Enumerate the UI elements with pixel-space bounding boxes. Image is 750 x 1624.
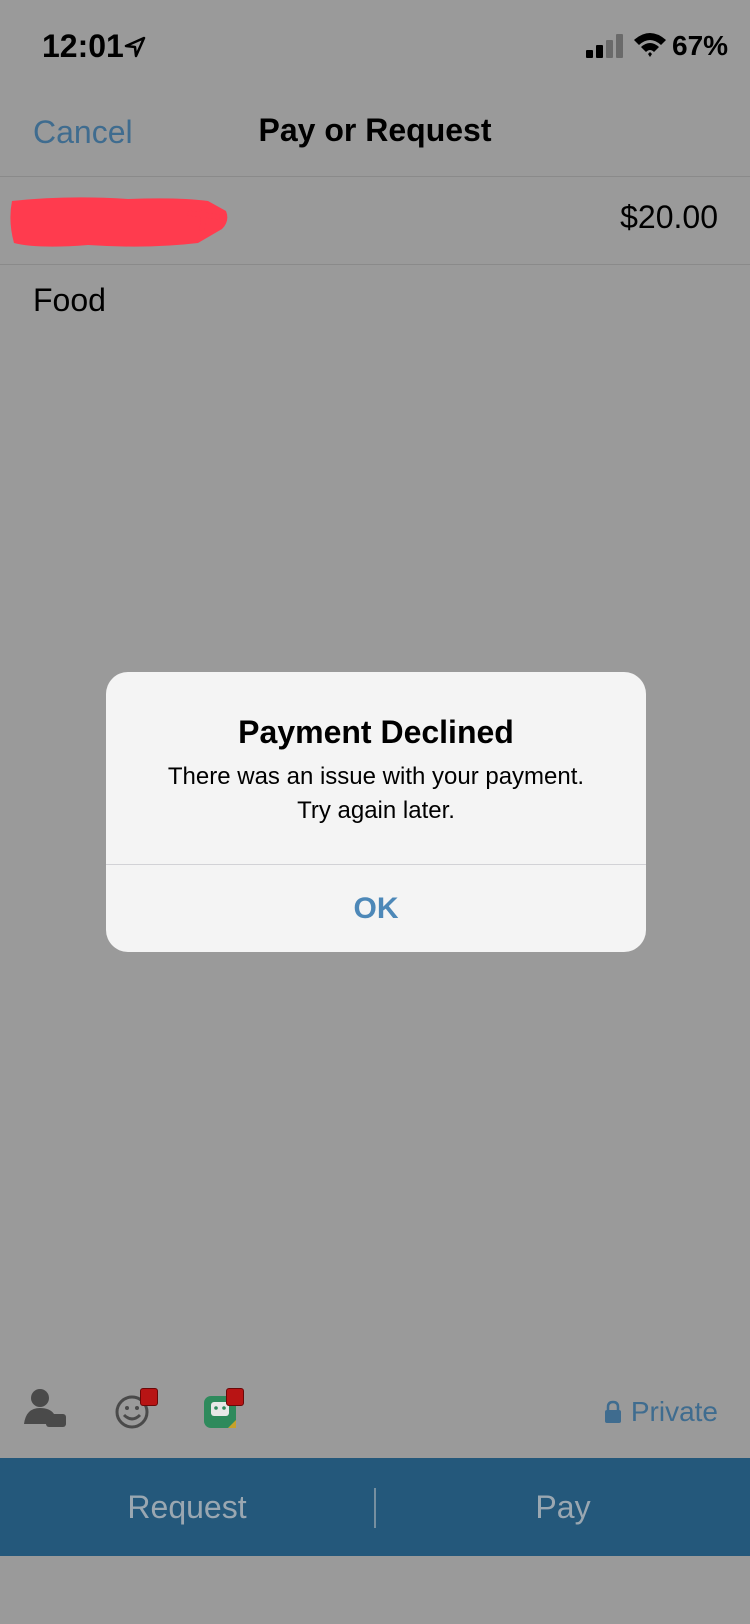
redacted-recipient-name [10, 197, 228, 247]
action-bar: Request Pay [0, 1458, 750, 1556]
privacy-toggle[interactable]: Private [603, 1396, 718, 1428]
battery-percentage: 67% [672, 30, 729, 61]
alert-message-line: There was an issue with your payment. [167, 763, 585, 790]
payment-note-field[interactable]: Food [33, 282, 106, 319]
divider [0, 264, 750, 265]
request-button[interactable]: Request [0, 1458, 374, 1556]
cellular-signal-icon [586, 34, 623, 58]
payment-declined-alert: Payment Declined There was an issue with… [106, 672, 646, 952]
status-time: 12:01 [42, 28, 124, 64]
compose-toolbar: Private [0, 1384, 750, 1444]
wifi-icon [634, 33, 666, 57]
sticker-icon[interactable] [196, 1384, 246, 1434]
payment-amount: $20.00 [620, 199, 718, 235]
privacy-label: Private [630, 1396, 718, 1427]
alert-message-line: Try again later. [297, 797, 455, 824]
emoji-icon[interactable] [108, 1384, 158, 1434]
location-arrow-icon [124, 36, 146, 58]
alert-ok-button[interactable]: OK [106, 865, 646, 952]
navigation-bar: Pay or Request Cancel [0, 90, 750, 176]
pay-button[interactable]: Pay [376, 1458, 750, 1556]
alert-message: There was an issue with your payment. Tr… [126, 760, 626, 828]
contact-tag-icon[interactable] [20, 1384, 70, 1434]
cancel-button[interactable]: Cancel [33, 114, 133, 151]
alert-title: Payment Declined [238, 714, 514, 750]
lock-icon [604, 1400, 621, 1423]
notification-badge [140, 1388, 158, 1406]
recipient-row[interactable]: $20.00 [0, 177, 750, 264]
notification-badge [226, 1388, 244, 1406]
status-bar: 12:01 67% [0, 0, 750, 90]
